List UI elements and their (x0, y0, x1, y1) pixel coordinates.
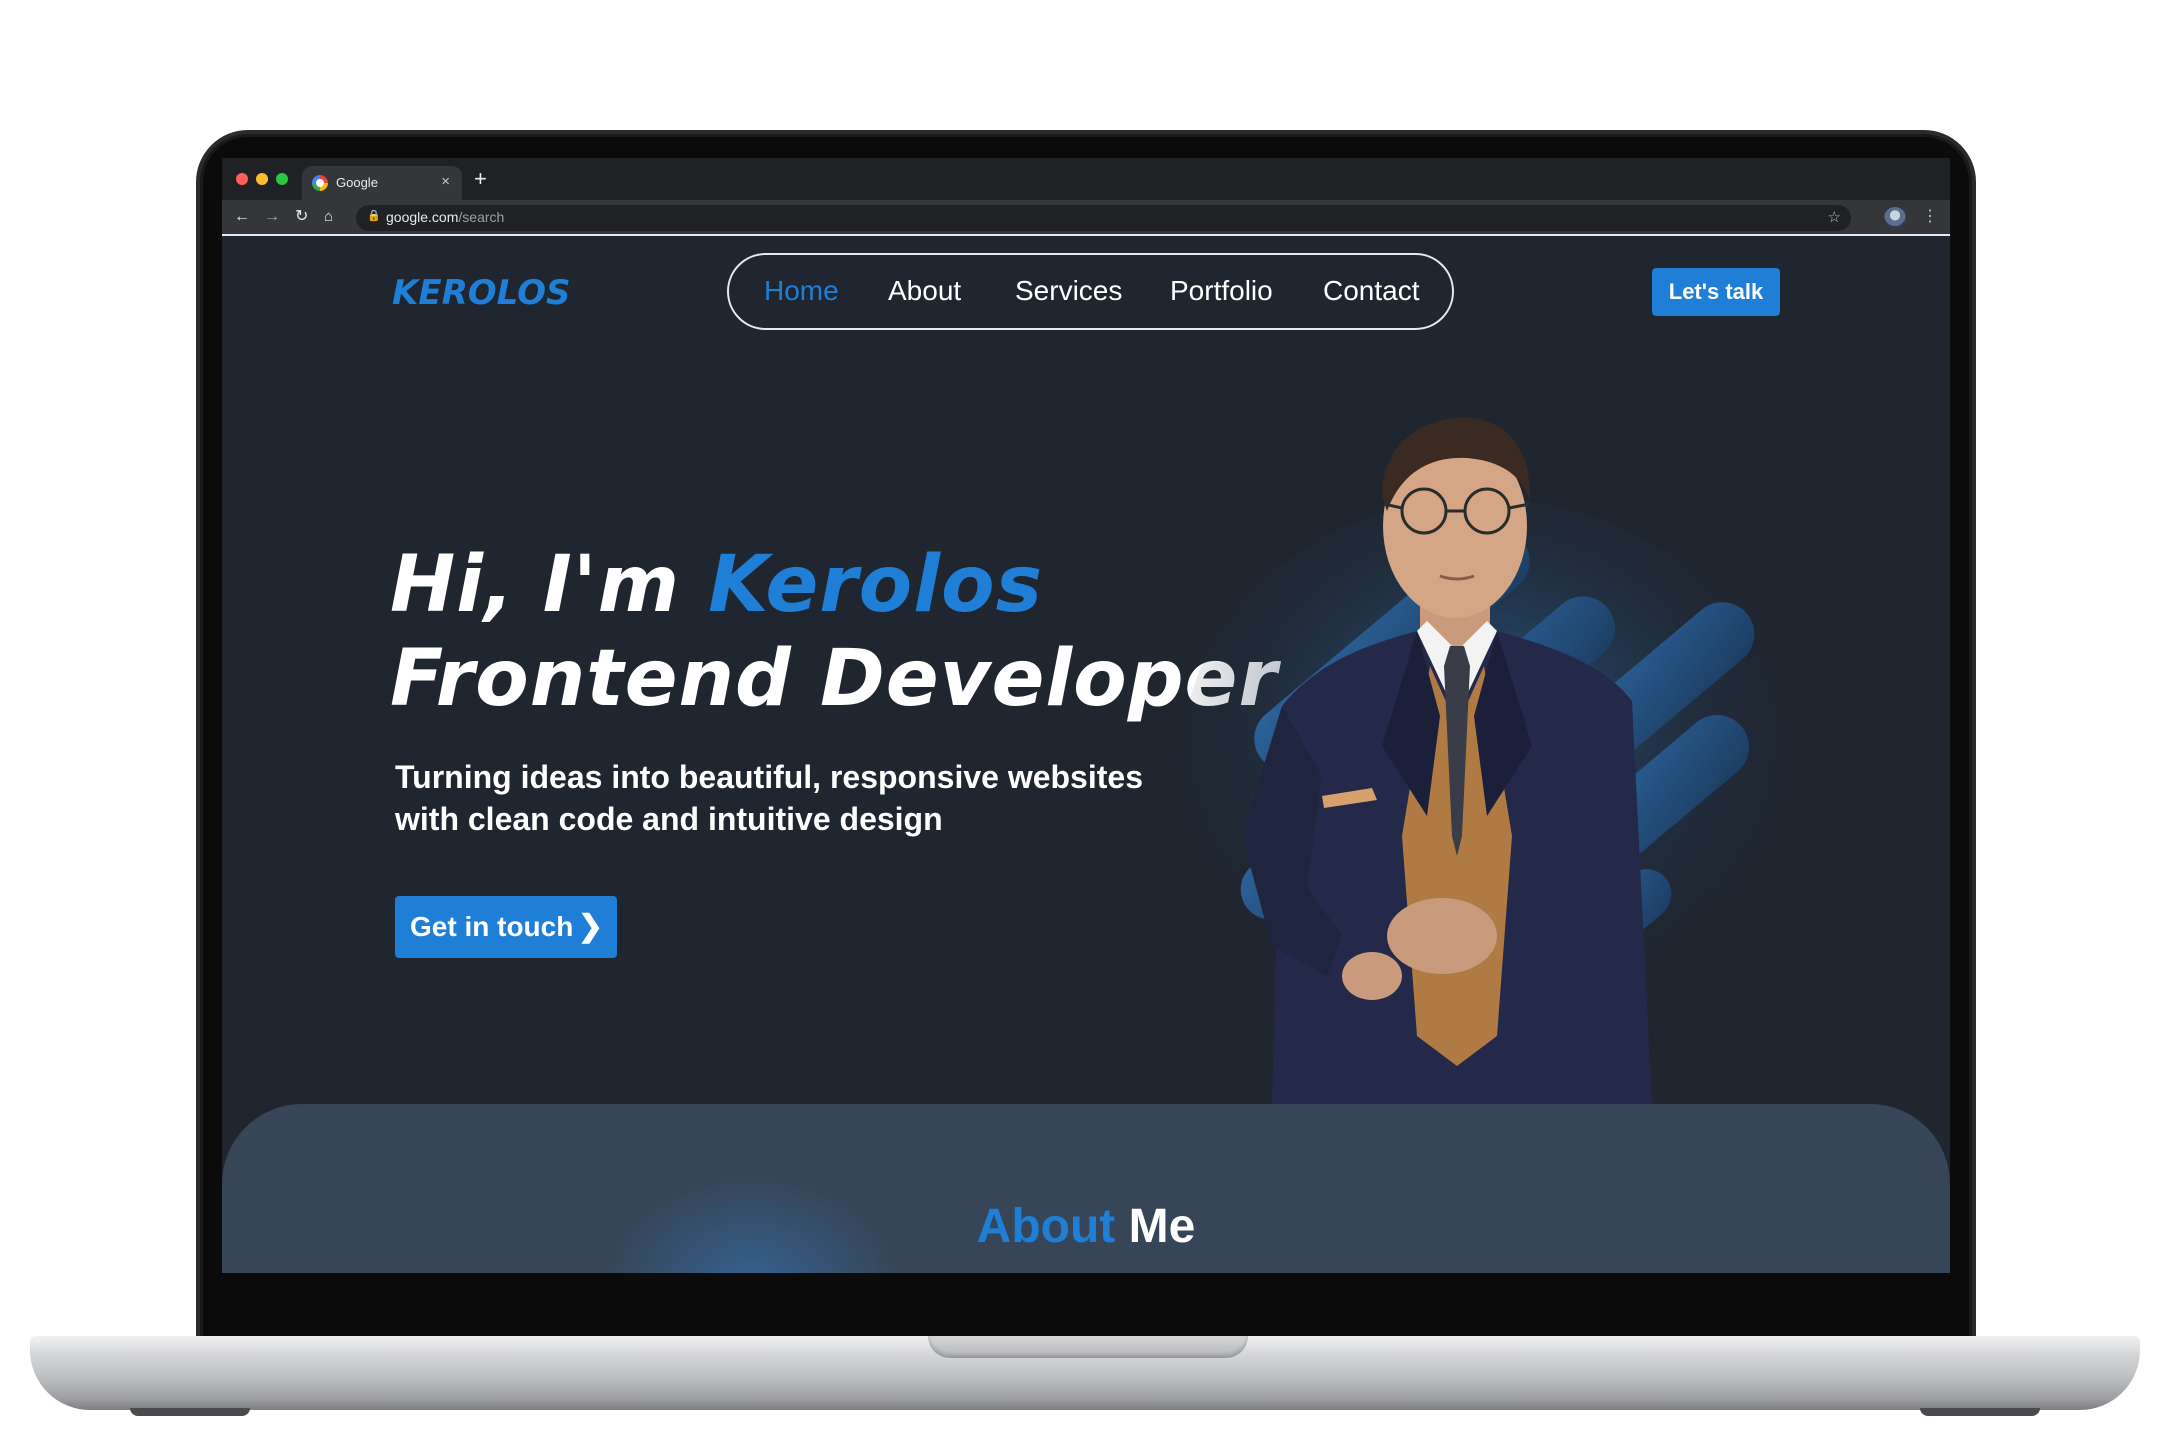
back-arrow-icon[interactable]: ← (234, 206, 250, 228)
new-tab-button[interactable]: + (474, 166, 487, 192)
maximize-window-button[interactable] (276, 173, 288, 185)
nav-link-contact[interactable]: Contact (1323, 275, 1420, 307)
laptop-opening-groove (928, 1336, 1248, 1358)
nav-link-services[interactable]: Services (1015, 275, 1122, 307)
lock-icon: 🔒 (367, 210, 381, 222)
tab-title: Google (336, 175, 378, 190)
reload-icon[interactable]: ↻ (295, 206, 308, 228)
nav-link-portfolio[interactable]: Portfolio (1170, 275, 1273, 307)
home-icon[interactable]: ⌂ (324, 206, 333, 228)
about-title: About Me (976, 1200, 1196, 1253)
laptop-foot-left (130, 1408, 250, 1416)
lets-talk-button[interactable]: Let's talk (1652, 268, 1780, 316)
close-window-button[interactable] (236, 173, 248, 185)
laptop-screen: Google × + ← → ↻ ⌂ 🔒 google.com/search ☆… (222, 158, 1950, 1273)
browser-toolbar: ← → ↻ ⌂ 🔒 google.com/search ☆ ⋮ (222, 200, 1950, 236)
address-bar[interactable]: 🔒 google.com/search ☆ (356, 205, 1851, 231)
get-in-touch-button[interactable]: Get in touch ❯ (395, 896, 617, 958)
browser-tab-bar: Google × + (222, 158, 1950, 200)
chevron-right-icon: ❯ (577, 910, 603, 943)
hero-heading: Hi, I'm Kerolos Frontend Developer (390, 538, 1278, 726)
main-nav: Home About Services Portfolio Contact (727, 253, 1454, 330)
hero-greeting-line: Hi, I'm Kerolos (390, 540, 1044, 630)
site-logo[interactable]: KEROLOS (392, 273, 571, 313)
hero-subtitle: Turning ideas into beautiful, responsive… (395, 759, 1143, 837)
browser-tab[interactable]: Google × (302, 166, 462, 200)
minimize-window-button[interactable] (256, 173, 268, 185)
nav-link-home[interactable]: Home (764, 275, 839, 307)
nav-link-about[interactable]: About (888, 275, 961, 307)
developer-portrait (1242, 417, 1652, 1106)
tab-close-icon[interactable]: × (441, 173, 450, 190)
hero-role: Frontend Developer (390, 634, 1278, 724)
google-favicon-icon (312, 175, 328, 191)
laptop-foot-right (1920, 1408, 2040, 1416)
screen-bottom-bezel (222, 1273, 1950, 1291)
star-icon[interactable]: ☆ (1828, 208, 1841, 226)
forward-arrow-icon[interactable]: → (264, 206, 280, 228)
hero-name: Kerolos (708, 540, 1044, 630)
url-text: google.com/search (386, 209, 505, 225)
portfolio-site: KEROLOS Home About Services Portfolio Co… (222, 238, 1950, 1273)
menu-dots-icon[interactable]: ⋮ (1922, 206, 1938, 226)
profile-avatar[interactable] (1884, 207, 1906, 229)
about-section: About Me (222, 1104, 1950, 1273)
